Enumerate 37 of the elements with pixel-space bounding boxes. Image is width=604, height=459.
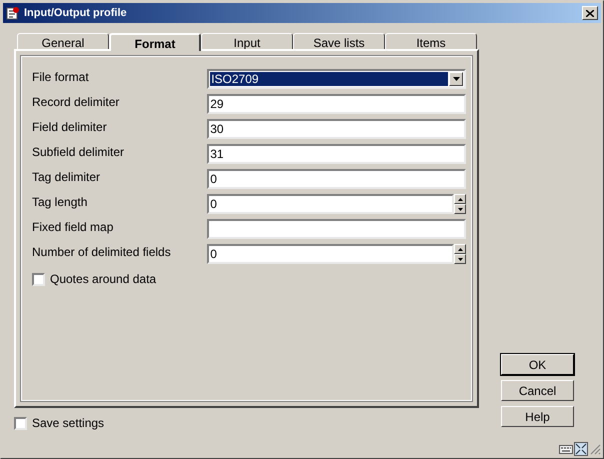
dialog-button[interactable]: OK	[501, 354, 574, 375]
checkbox[interactable]	[32, 272, 45, 286]
spin-field[interactable]: 0	[207, 194, 454, 214]
tab[interactable]: General	[17, 33, 109, 49]
app-icon	[6, 6, 20, 20]
tab[interactable]: Format	[109, 33, 201, 51]
input-field[interactable]: 0	[207, 169, 466, 189]
field-label: Subfield delimiter	[32, 144, 126, 161]
checkbox[interactable]	[14, 416, 27, 430]
tab[interactable]: Input	[201, 33, 293, 49]
field-label: Fixed field map	[32, 219, 114, 236]
keyboard-icon[interactable]	[559, 443, 573, 455]
input-field[interactable]: 29	[207, 94, 466, 114]
dialog-button[interactable]: Help	[501, 406, 574, 427]
field-label: Number of delimited fields	[32, 244, 172, 261]
input-field[interactable]: 31	[207, 144, 466, 164]
input-field[interactable]: 30	[207, 119, 466, 139]
close-button[interactable]	[582, 6, 598, 20]
window-title: Input/Output profile	[24, 6, 128, 21]
tab[interactable]: Save lists	[293, 33, 385, 49]
field-label: Tag delimiter	[32, 169, 102, 186]
resize-grip-icon[interactable]	[589, 443, 601, 455]
dialog-button[interactable]: Cancel	[501, 380, 574, 401]
file-format-dropdown[interactable]: ISO2709	[207, 69, 466, 89]
spin-field[interactable]: 0	[207, 244, 454, 264]
expand-icon[interactable]	[574, 442, 588, 456]
input-field[interactable]	[207, 219, 466, 239]
close-icon	[586, 10, 594, 16]
tab[interactable]: Items	[385, 33, 477, 49]
field-label: Tag length	[32, 194, 88, 211]
field-label: File format	[32, 69, 90, 86]
spin-buttons[interactable]	[454, 194, 466, 214]
field-label: Field delimiter	[32, 119, 108, 136]
field-label: Record delimiter	[32, 94, 120, 111]
checkbox-label[interactable]: Save settings	[32, 414, 104, 432]
spin-buttons[interactable]	[454, 244, 466, 264]
checkbox-label[interactable]: Quotes around data	[50, 270, 156, 288]
